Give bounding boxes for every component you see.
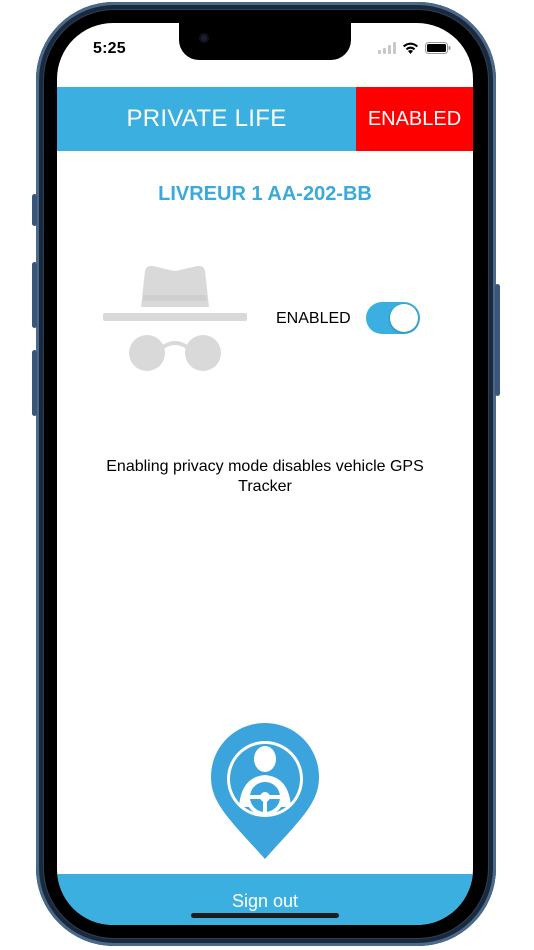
notch <box>179 23 351 60</box>
front-camera-icon <box>199 33 209 43</box>
incognito-icon <box>103 265 247 371</box>
privacy-mode-toggle[interactable] <box>366 302 420 334</box>
privacy-description: Enabling privacy mode disables vehicle G… <box>106 458 424 495</box>
toggle-knob <box>390 304 418 332</box>
privacy-toggle-label: ENABLED <box>276 310 351 327</box>
app-screen: 5:25 PRIVATE LIFE ENABLED LIVREUR 1 AA-2… <box>57 23 473 925</box>
status-icons <box>378 42 451 54</box>
silent-switch <box>32 194 37 226</box>
volume-up-button <box>32 262 37 328</box>
page-title: PRIVATE LIFE <box>126 105 287 132</box>
home-indicator[interactable] <box>191 913 339 918</box>
cellular-signal-icon <box>378 42 396 54</box>
driver-location-pin-icon <box>211 723 319 859</box>
wifi-icon <box>403 42 418 54</box>
app-header: PRIVATE LIFE ENABLED <box>57 87 473 151</box>
status-time: 5:25 <box>93 40 126 57</box>
battery-icon <box>425 42 451 54</box>
vehicle-title: LIVREUR 1 AA-202-BB <box>158 183 372 205</box>
power-button <box>495 284 500 396</box>
status-badge: ENABLED <box>356 87 473 151</box>
sign-out-label: Sign out <box>231 891 299 911</box>
volume-down-button <box>32 350 37 416</box>
